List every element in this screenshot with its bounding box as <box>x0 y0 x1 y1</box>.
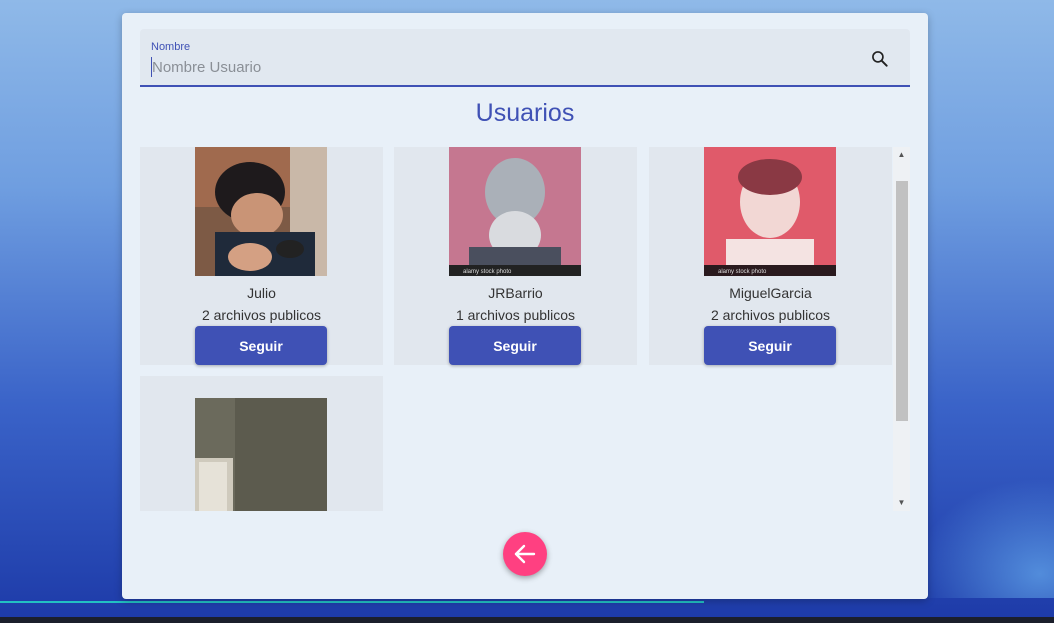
user-card <box>140 376 383 511</box>
search-field: Nombre <box>140 29 910 87</box>
scrollbar[interactable]: ▲ ▼ <box>893 147 910 511</box>
user-file-count: 2 archivos publicos <box>710 307 831 323</box>
search-input[interactable] <box>151 57 832 77</box>
page-title: Usuarios <box>475 99 575 127</box>
back-button[interactable] <box>503 532 547 576</box>
user-avatar <box>195 398 327 511</box>
scroll-up-arrow-icon[interactable]: ▲ <box>893 147 910 163</box>
follow-button[interactable]: Seguir <box>195 326 327 365</box>
photo-watermark: alamy stock photo <box>718 269 767 275</box>
users-grid: Julio 2 archivos publicos Seguir alamy s… <box>140 147 893 511</box>
arrow-back-icon <box>514 544 536 564</box>
search-label: Nombre <box>151 41 191 53</box>
follow-button[interactable]: Seguir <box>449 326 581 365</box>
search-icon[interactable] <box>870 49 890 69</box>
photo-watermark: alamy stock photo <box>463 269 512 275</box>
user-card: alamy stock photo JRBarrio 1 archivos pu… <box>394 147 637 365</box>
user-avatar <box>195 147 327 276</box>
desktop-wave-decoration <box>914 478 1054 598</box>
user-card: Julio 2 archivos publicos Seguir <box>140 147 383 365</box>
scrollbar-thumb[interactable] <box>896 181 908 421</box>
user-name: Julio <box>247 285 276 301</box>
users-dialog: Nombre Usuarios Julio 2 archivos publico… <box>122 13 928 599</box>
user-name: JRBarrio <box>488 285 543 301</box>
desktop-accent-line <box>0 601 704 603</box>
user-avatar: alamy stock photo <box>704 147 836 276</box>
user-name: MiguelGarcia <box>729 285 812 301</box>
user-avatar: alamy stock photo <box>449 147 581 276</box>
user-file-count: 1 archivos publicos <box>455 307 576 323</box>
user-file-count: 2 archivos publicos <box>201 307 322 323</box>
user-card: alamy stock photo MiguelGarcia 2 archivo… <box>649 147 892 365</box>
follow-button[interactable]: Seguir <box>704 326 836 365</box>
scroll-down-arrow-icon[interactable]: ▼ <box>893 495 910 511</box>
taskbar <box>0 617 1054 623</box>
